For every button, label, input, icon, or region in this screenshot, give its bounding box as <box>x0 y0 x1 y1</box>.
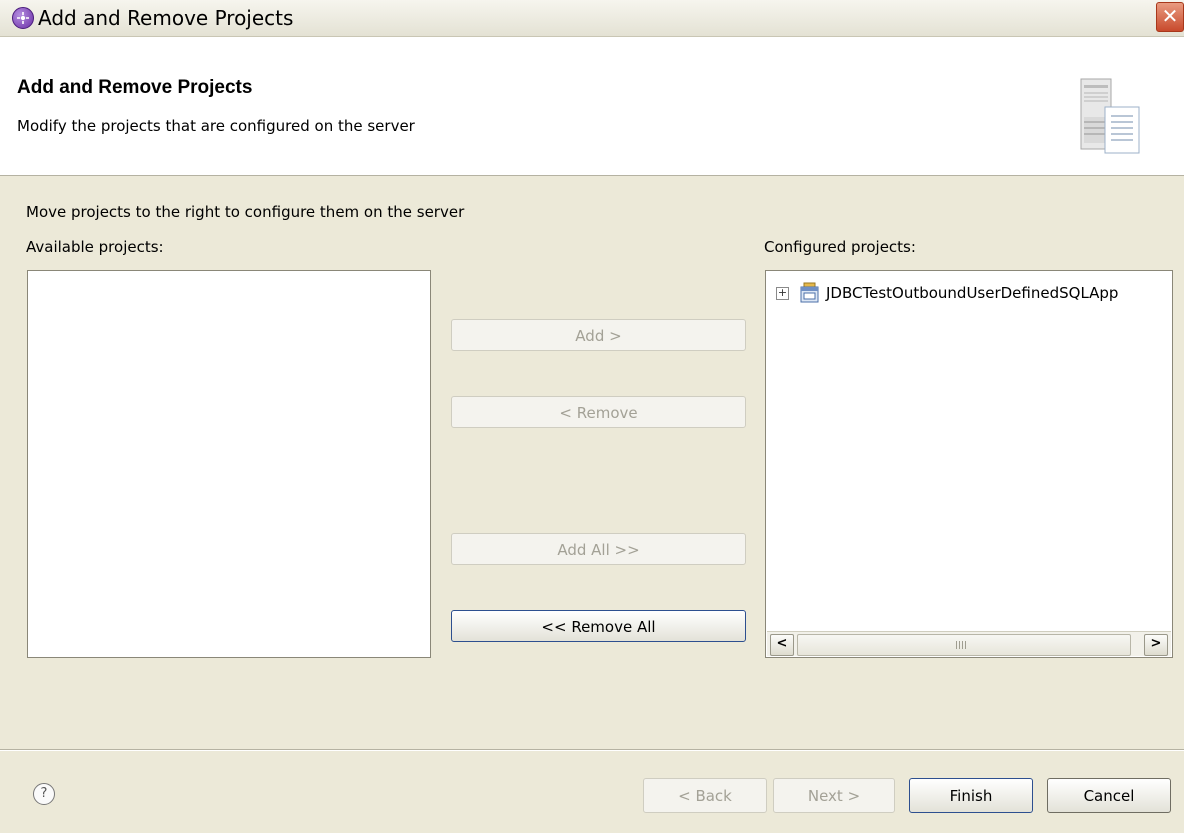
window-title: Add and Remove Projects <box>38 6 294 30</box>
expand-icon[interactable]: + <box>776 286 789 300</box>
footer-separator <box>0 749 1184 751</box>
configured-projects-label: Configured projects: <box>764 238 916 256</box>
finish-button[interactable]: Finish <box>909 778 1033 813</box>
server-icon <box>1075 77 1143 155</box>
dialog-window: Add and Remove Projects ✕ Add and Remove… <box>0 0 1184 833</box>
cancel-button[interactable]: Cancel <box>1047 778 1171 813</box>
available-projects-label: Available projects: <box>26 238 164 256</box>
horizontal-scrollbar[interactable]: < > <box>767 631 1171 656</box>
scroll-right-button[interactable]: > <box>1144 634 1168 656</box>
configured-projects-tree[interactable]: + JDBCTestOutboundUserDefinedSQLApp < > <box>765 270 1173 658</box>
close-button[interactable]: ✕ <box>1156 2 1184 32</box>
scroll-left-button[interactable]: < <box>770 634 794 656</box>
enterprise-application-icon <box>800 282 819 303</box>
available-projects-list[interactable] <box>27 270 431 658</box>
add-all-button[interactable]: Add All >> <box>451 533 746 565</box>
remove-button[interactable]: < Remove <box>451 396 746 428</box>
app-logo-icon <box>12 7 34 29</box>
tree-item[interactable]: + JDBCTestOutboundUserDefinedSQLApp <box>776 281 1118 305</box>
add-button[interactable]: Add > <box>451 319 746 351</box>
back-button[interactable]: < Back <box>643 778 767 813</box>
scroll-thumb[interactable] <box>797 634 1131 656</box>
instruction-text: Move projects to the right to configure … <box>26 203 465 221</box>
tree-item-label: JDBCTestOutboundUserDefinedSQLApp <box>826 284 1119 302</box>
next-button[interactable]: Next > <box>773 778 895 813</box>
page-title: Add and Remove Projects <box>17 77 253 98</box>
help-icon[interactable]: ? <box>33 783 55 805</box>
page-description: Modify the projects that are configured … <box>17 117 415 135</box>
title-bar: Add and Remove Projects ✕ <box>0 0 1184 37</box>
header-banner: Add and Remove Projects Modify the proje… <box>0 37 1184 176</box>
grip-icon <box>956 641 968 649</box>
remove-all-button[interactable]: << Remove All <box>451 610 746 642</box>
